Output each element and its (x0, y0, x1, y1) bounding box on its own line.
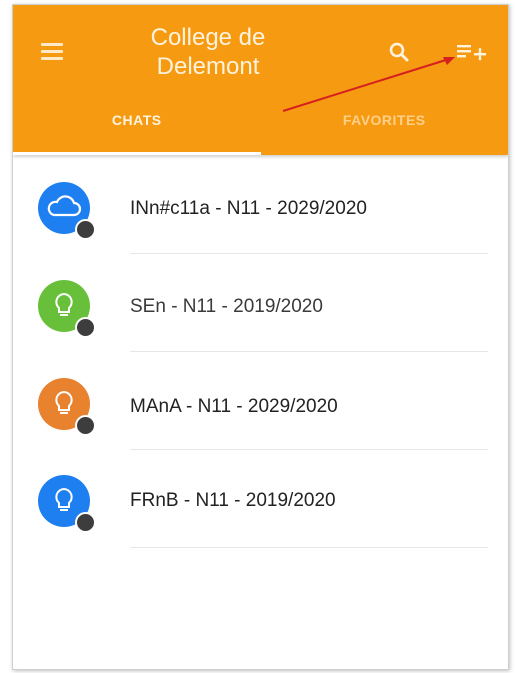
chat-item-3[interactable]: MAnA - N11 - 2029/2020 (13, 351, 508, 450)
app-title: College de Delemont (133, 23, 283, 81)
tab-bar: CHATS FAVORITES (13, 105, 508, 155)
lock-icon (75, 512, 96, 533)
search-icon (389, 42, 409, 62)
chat-avatar-1 (38, 182, 96, 240)
chat-avatar-2 (38, 280, 96, 338)
chat-avatar-4 (38, 475, 96, 533)
chat-item-1[interactable]: INn#c11a - N11 - 2029/2020 (13, 155, 508, 254)
chat-name: INn#c11a - N11 - 2029/2020 (130, 198, 367, 219)
chat-avatar-3 (38, 378, 96, 436)
app-bar: College de Delemont CHATS FAVORITES (13, 5, 508, 155)
search-button[interactable] (385, 38, 415, 68)
divider (130, 547, 488, 548)
app-window: College de Delemont CHATS FAVORITES INn#… (12, 4, 509, 670)
lock-icon (75, 415, 96, 436)
tab-chats-label: CHATS (111, 112, 162, 128)
chat-name: FRnB - N11 - 2019/2020 (130, 490, 336, 511)
chat-name: SEn - N11 - 2019/2020 (130, 296, 323, 317)
chat-name: MAnA - N11 - 2029/2020 (130, 396, 338, 417)
add-chat-button[interactable] (455, 39, 489, 67)
tab-chats[interactable]: CHATS (13, 105, 261, 155)
chat-item-4[interactable]: FRnB - N11 - 2019/2020 (13, 449, 508, 548)
app-title-line1: College de (150, 24, 266, 51)
chat-item-2[interactable]: SEn - N11 - 2019/2020 (13, 253, 508, 352)
lock-icon (75, 219, 96, 240)
menu-button[interactable] (41, 40, 69, 62)
app-title-line2: Delemont (156, 53, 260, 80)
playlist-add-icon (457, 45, 486, 61)
tab-favorites-label: FAVORITES (342, 112, 426, 128)
lock-icon (75, 317, 96, 338)
tab-favorites[interactable]: FAVORITES (261, 105, 509, 155)
